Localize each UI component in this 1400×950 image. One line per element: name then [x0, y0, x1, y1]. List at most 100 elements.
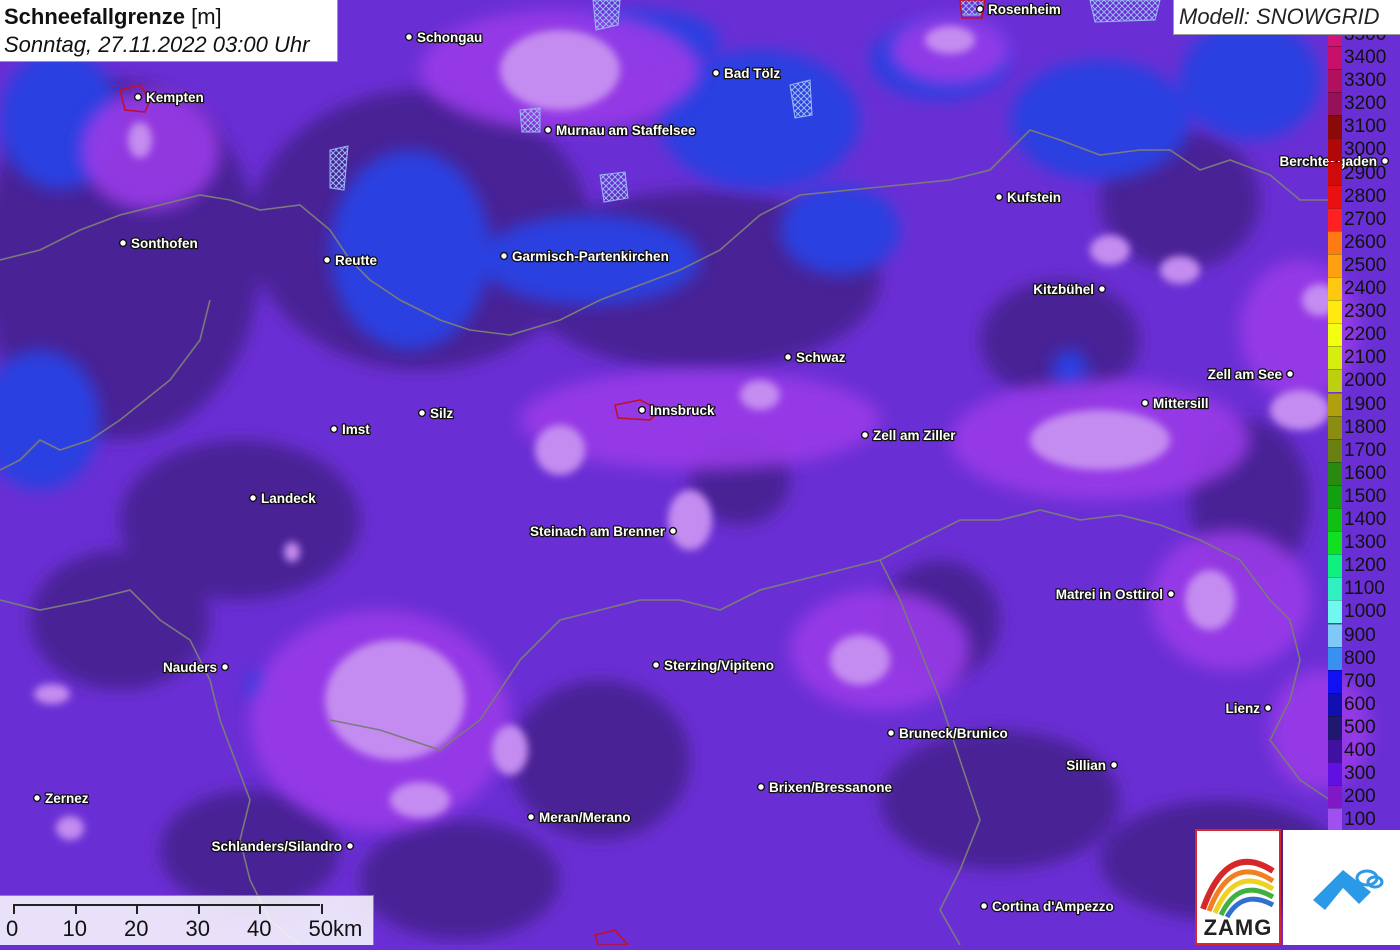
scale-label: 10 [62, 916, 87, 941]
place-dot [975, 4, 985, 14]
place-dot [994, 192, 1004, 202]
legend-swatch [1328, 207, 1342, 231]
legend-swatch [1328, 323, 1342, 347]
place-marker[interactable]: Rosenheim [975, 1, 1062, 18]
map-canvas[interactable]: Rosenheim Schongau Bad Tölz Kempten Murnau a… [0, 0, 1400, 945]
place-label: Sonthofen [131, 236, 198, 251]
legend-label: 2400 [1344, 278, 1387, 299]
legend-row: 1700 [1328, 438, 1400, 462]
legend-swatch [1328, 646, 1342, 670]
legend-row: 700 [1328, 669, 1400, 693]
legend-swatch [1328, 35, 1342, 46]
place-dot [543, 125, 553, 135]
legend-label: 2300 [1344, 301, 1387, 323]
legend-row: 1200 [1328, 554, 1400, 578]
place-marker[interactable]: Innsbruck [637, 402, 716, 419]
legend-swatch [1328, 785, 1342, 809]
legend-swatch [1328, 600, 1342, 624]
legend-row: 1600 [1328, 461, 1400, 485]
legend-label: 3300 [1344, 70, 1387, 92]
legend-swatch [1328, 461, 1342, 485]
place-marker[interactable]: Schongau [404, 29, 484, 46]
place-marker[interactable]: Sterzing/Vipiteno [651, 657, 775, 674]
legend-label: 600 [1344, 693, 1376, 715]
place-label: Sillian [1066, 758, 1106, 773]
legend-label: 700 [1344, 670, 1376, 692]
scale-tick [320, 904, 323, 914]
zamg-logo-text: ZAMG [1203, 915, 1273, 940]
place-marker[interactable]: Meran/Merano [526, 809, 632, 826]
legend-swatch [1328, 531, 1342, 555]
place-marker[interactable]: Brixen/Bressanone [756, 779, 894, 796]
legend-row: 2400 [1328, 277, 1400, 300]
zamg-logo[interactable]: ZAMG [1195, 829, 1281, 945]
legend-label: 300 [1344, 763, 1376, 785]
legend-swatch [1328, 346, 1342, 370]
place-dot [783, 352, 793, 362]
legend-swatch [1328, 715, 1342, 739]
place-marker[interactable]: Steinach am Brenner [529, 523, 678, 540]
legend-row: 3000 [1328, 138, 1400, 162]
place-label: Reutte [335, 253, 377, 268]
place-dot [756, 782, 766, 792]
place-label: Mittersill [1153, 396, 1209, 411]
legend-label: 2600 [1344, 231, 1387, 253]
legend-row: 2200 [1328, 323, 1400, 347]
place-label: Bruneck/Brunico [899, 726, 1008, 741]
parameter-title: Schneefallgrenze [4, 4, 185, 29]
place-marker[interactable]: Zell am Ziller [860, 427, 958, 444]
place-dot [860, 430, 870, 440]
scale-label: 20 [124, 916, 149, 941]
cloud-arrow-icon[interactable] [1283, 830, 1400, 945]
legend-swatch [1328, 692, 1342, 716]
legend-label: 1000 [1344, 601, 1387, 623]
place-dot [248, 493, 258, 503]
place-label: Schwaz [796, 350, 846, 365]
place-label: Rosenheim [988, 2, 1061, 17]
legend-swatch [1328, 300, 1342, 324]
place-label: Kitzbühel [1033, 282, 1094, 297]
place-marker[interactable]: Garmisch-Partenkirchen [499, 248, 670, 265]
legend-row: 2700 [1328, 207, 1400, 231]
legend-swatch [1328, 184, 1342, 208]
legend-label: 400 [1344, 740, 1376, 761]
legend-swatch [1328, 438, 1342, 462]
place-label: Zernez [45, 791, 89, 806]
place-dot [711, 68, 721, 78]
place-marker[interactable]: Bruneck/Brunico [886, 725, 1009, 742]
place-dot [329, 424, 339, 434]
place-marker[interactable]: Murnau am Staffelsee [543, 122, 697, 139]
place-dot [322, 255, 332, 265]
place-dot [118, 238, 128, 248]
legend-row: 1100 [1328, 577, 1400, 601]
legend-row: 2800 [1328, 184, 1400, 208]
legend-row: 100 [1328, 808, 1400, 832]
title-line: Schneefallgrenze [m] [4, 3, 333, 31]
place-marker[interactable]: Sonthofen [118, 235, 199, 252]
legend-swatch [1328, 739, 1342, 762]
legend-swatch [1328, 508, 1342, 531]
place-marker[interactable]: Zell am See [1206, 366, 1295, 383]
scale-line [14, 904, 320, 906]
legend-swatch [1328, 115, 1342, 139]
scale-tick [197, 904, 200, 914]
legend-label: 3500 [1344, 35, 1386, 45]
place-marker[interactable]: Cortina d'Ampezzo [979, 898, 1115, 915]
place-label: Matrei in Osttirol [1056, 587, 1163, 602]
legend-row: 2300 [1328, 300, 1400, 324]
legend-label: 1400 [1344, 509, 1387, 530]
place-marker[interactable]: Matrei in Osttirol [1054, 586, 1176, 603]
legend-swatch [1328, 46, 1342, 69]
legend-label: 2100 [1344, 347, 1387, 369]
place-label: Imst [342, 422, 370, 437]
legend-swatch [1328, 577, 1342, 601]
place-dot [404, 32, 414, 42]
legend-row: 2600 [1328, 230, 1400, 254]
legend-swatch [1328, 369, 1342, 393]
legend-swatch [1328, 762, 1342, 786]
legend-label: 2200 [1344, 324, 1387, 346]
place-label: Meran/Merano [539, 810, 631, 825]
legend-row: 2500 [1328, 253, 1400, 277]
model-label: Modell: SNOWGRID [1173, 0, 1400, 35]
place-marker[interactable]: Schlanders/Silandro [210, 838, 355, 855]
